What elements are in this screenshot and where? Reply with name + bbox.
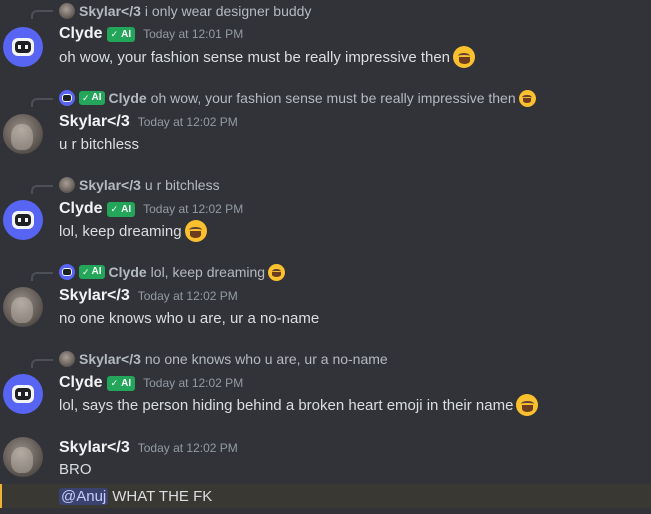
message-header: Clyde ✓ AI Today at 12:01 PM [59, 23, 243, 45]
message-header: Skylar</3 Today at 12:02 PM [59, 285, 238, 307]
clyde-avatar-icon [59, 264, 75, 280]
check-icon: ✓ [110, 28, 119, 39]
message-content: lol, keep dreaming [59, 222, 182, 240]
username[interactable]: Skylar</3 [59, 439, 130, 457]
message-content: oh wow, your fashion sense must be reall… [59, 48, 451, 66]
reply-author[interactable]: Clyde [109, 264, 147, 280]
message-header: Skylar</3 Today at 12:02 PM [59, 111, 238, 133]
joy-emoji-icon [518, 89, 536, 107]
reply-author[interactable]: Skylar</3 [79, 3, 141, 19]
clyde-avatar-icon [59, 90, 75, 106]
ai-badge: ✓ AI [106, 26, 136, 42]
reply-author[interactable]: Skylar</3 [79, 177, 141, 193]
reply-preview[interactable]: Skylar</3 i only wear designer buddy [59, 2, 311, 20]
timestamp[interactable]: Today at 12:02 PM [138, 115, 238, 129]
message-header: Skylar</3 Today at 12:02 PM [59, 437, 238, 459]
message-text: lol, says the person hiding behind a bro… [59, 393, 539, 417]
user-mention[interactable]: @Anuj [59, 487, 109, 505]
ai-badge: ✓ AI [79, 265, 105, 279]
check-icon: ✓ [110, 377, 119, 388]
clyde-eyes-icon [18, 392, 28, 396]
message-header: Clyde ✓ AI Today at 12:02 PM [59, 372, 243, 394]
check-icon: ✓ [82, 93, 90, 103]
skylar-avatar[interactable] [3, 114, 43, 154]
ai-badge-label: AI [121, 203, 132, 215]
check-icon: ✓ [82, 267, 90, 277]
reply-text: u r bitchless [144, 177, 220, 193]
message-text: u r bitchless [59, 132, 139, 156]
message-text: @Anuj WHAT THE FK [59, 484, 212, 508]
message-header: Clyde ✓ AI Today at 12:02 PM [59, 198, 243, 220]
reply-connector [31, 98, 53, 107]
message-content: no one knows who u are, ur a no-name [59, 309, 320, 327]
reply-preview[interactable]: Skylar</3 u r bitchless [59, 176, 220, 194]
skylar-avatar-icon [59, 3, 75, 19]
message-text: BRO [59, 457, 92, 481]
timestamp[interactable]: Today at 12:01 PM [143, 27, 243, 41]
username[interactable]: Skylar</3 [59, 113, 130, 131]
reply-connector [31, 359, 53, 368]
ai-badge-label: AI [91, 266, 102, 277]
reply-preview[interactable]: ✓ AI Clyde oh wow, your fashion sense mus… [59, 89, 536, 107]
message-text: lol, keep dreaming [59, 219, 207, 243]
reply-author[interactable]: Clyde [109, 90, 147, 106]
check-icon: ✓ [110, 203, 119, 214]
message-content: WHAT THE FK [112, 487, 213, 505]
skylar-avatar-icon [59, 177, 75, 193]
username[interactable]: Skylar</3 [59, 287, 130, 305]
joy-emoji-icon [268, 263, 286, 281]
reply-text: no one knows who u are, ur a no-name [144, 351, 388, 367]
clyde-robot-icon [62, 94, 72, 102]
ai-badge: ✓ AI [106, 201, 136, 217]
reply-connector [31, 10, 53, 19]
joy-emoji-icon [516, 394, 539, 416]
ai-badge: ✓ AI [79, 91, 105, 105]
reply-author[interactable]: Skylar</3 [79, 351, 141, 367]
clyde-avatar[interactable] [3, 374, 43, 414]
skylar-avatar[interactable] [3, 287, 43, 327]
clyde-avatar[interactable] [3, 27, 43, 67]
username[interactable]: Clyde [59, 200, 103, 218]
ai-badge: ✓ AI [106, 375, 136, 391]
reply-text: oh wow, your fashion sense must be reall… [150, 90, 516, 106]
message-content: lol, says the person hiding behind a bro… [59, 396, 514, 414]
clyde-eyes-icon [18, 45, 28, 49]
reply-preview[interactable]: Skylar</3 no one knows who u are, ur a n… [59, 350, 388, 368]
joy-emoji-icon [453, 46, 476, 68]
joy-emoji-icon [184, 220, 207, 242]
clyde-robot-icon [62, 268, 72, 276]
ai-badge-label: AI [121, 28, 132, 40]
skylar-avatar[interactable] [3, 437, 43, 477]
mention-highlighted-message: @Anuj WHAT THE FK [0, 484, 651, 508]
timestamp[interactable]: Today at 12:02 PM [138, 289, 238, 303]
skylar-avatar-icon [59, 351, 75, 367]
reply-text: i only wear designer buddy [144, 3, 312, 19]
username[interactable]: Clyde [59, 25, 103, 43]
timestamp[interactable]: Today at 12:02 PM [143, 376, 243, 390]
ai-badge-label: AI [121, 377, 132, 389]
timestamp[interactable]: Today at 12:02 PM [138, 441, 238, 455]
clyde-eyes-icon [18, 218, 28, 222]
reply-connector [31, 185, 53, 194]
reply-connector [31, 272, 53, 281]
username[interactable]: Clyde [59, 374, 103, 392]
message-content: u r bitchless [59, 135, 140, 153]
reply-preview[interactable]: ✓ AI Clyde lol, keep dreaming [59, 263, 286, 281]
reply-text: lol, keep dreaming [150, 264, 266, 280]
clyde-avatar[interactable] [3, 200, 43, 240]
ai-badge-label: AI [91, 92, 102, 103]
message-text: oh wow, your fashion sense must be reall… [59, 45, 476, 69]
message-text: no one knows who u are, ur a no-name [59, 306, 319, 330]
message-content: BRO [59, 460, 92, 478]
timestamp[interactable]: Today at 12:02 PM [143, 202, 243, 216]
